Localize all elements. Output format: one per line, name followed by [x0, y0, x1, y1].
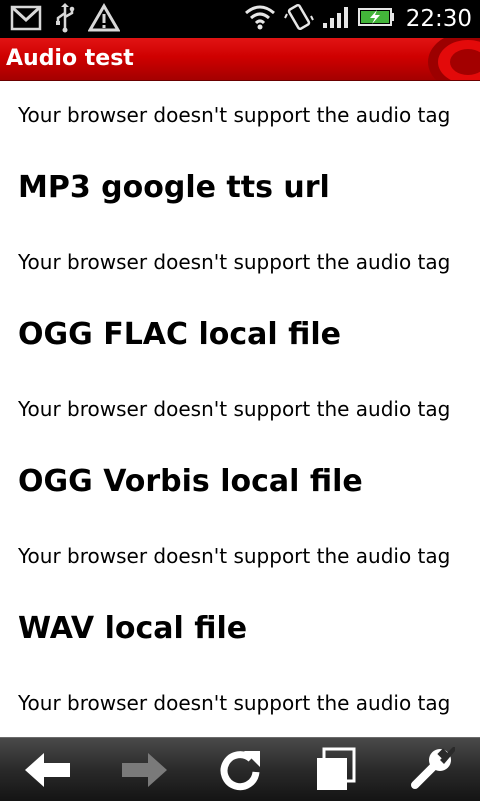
back-button[interactable]	[0, 738, 96, 801]
vibrate-icon	[283, 2, 314, 36]
forward-arrow-icon	[122, 752, 167, 787]
windows-icon	[317, 747, 356, 790]
back-arrow-icon	[25, 752, 70, 787]
clock: 22:30	[405, 6, 472, 32]
section-heading-mp3: MP3 google tts url	[18, 170, 330, 205]
windows-button[interactable]	[288, 738, 384, 801]
settings-wrench-icon	[411, 746, 455, 789]
audio-unsupported-message: Your browser doesn't support the audio t…	[18, 397, 451, 421]
browser-logo-decoration	[428, 38, 480, 80]
section-heading-ogg-vorbis: OGG Vorbis local file	[18, 464, 363, 499]
audio-unsupported-message: Your browser doesn't support the audio t…	[18, 103, 451, 127]
page-title: Audio test	[6, 46, 134, 71]
audio-unsupported-message: Your browser doesn't support the audio t…	[18, 691, 451, 715]
settings-button[interactable]	[384, 738, 480, 801]
page-content: Your browser doesn't support the audio t…	[0, 81, 480, 737]
battery-charging-icon	[357, 6, 394, 32]
warning-icon	[87, 3, 121, 37]
signal-icon	[322, 5, 350, 33]
wifi-icon	[244, 3, 276, 35]
refresh-button[interactable]	[192, 738, 288, 801]
usb-icon	[54, 3, 76, 37]
status-bar: 22:30	[0, 0, 480, 38]
refresh-icon	[220, 750, 260, 790]
audio-unsupported-message: Your browser doesn't support the audio t…	[18, 544, 451, 568]
title-bar: Audio test	[0, 38, 480, 81]
section-heading-ogg-flac: OGG FLAC local file	[18, 317, 341, 352]
browser-toolbar	[0, 737, 480, 801]
forward-button[interactable]	[96, 738, 192, 801]
audio-unsupported-message: Your browser doesn't support the audio t…	[18, 250, 451, 274]
gmail-icon	[10, 3, 42, 37]
section-heading-wav: WAV local file	[18, 611, 248, 646]
